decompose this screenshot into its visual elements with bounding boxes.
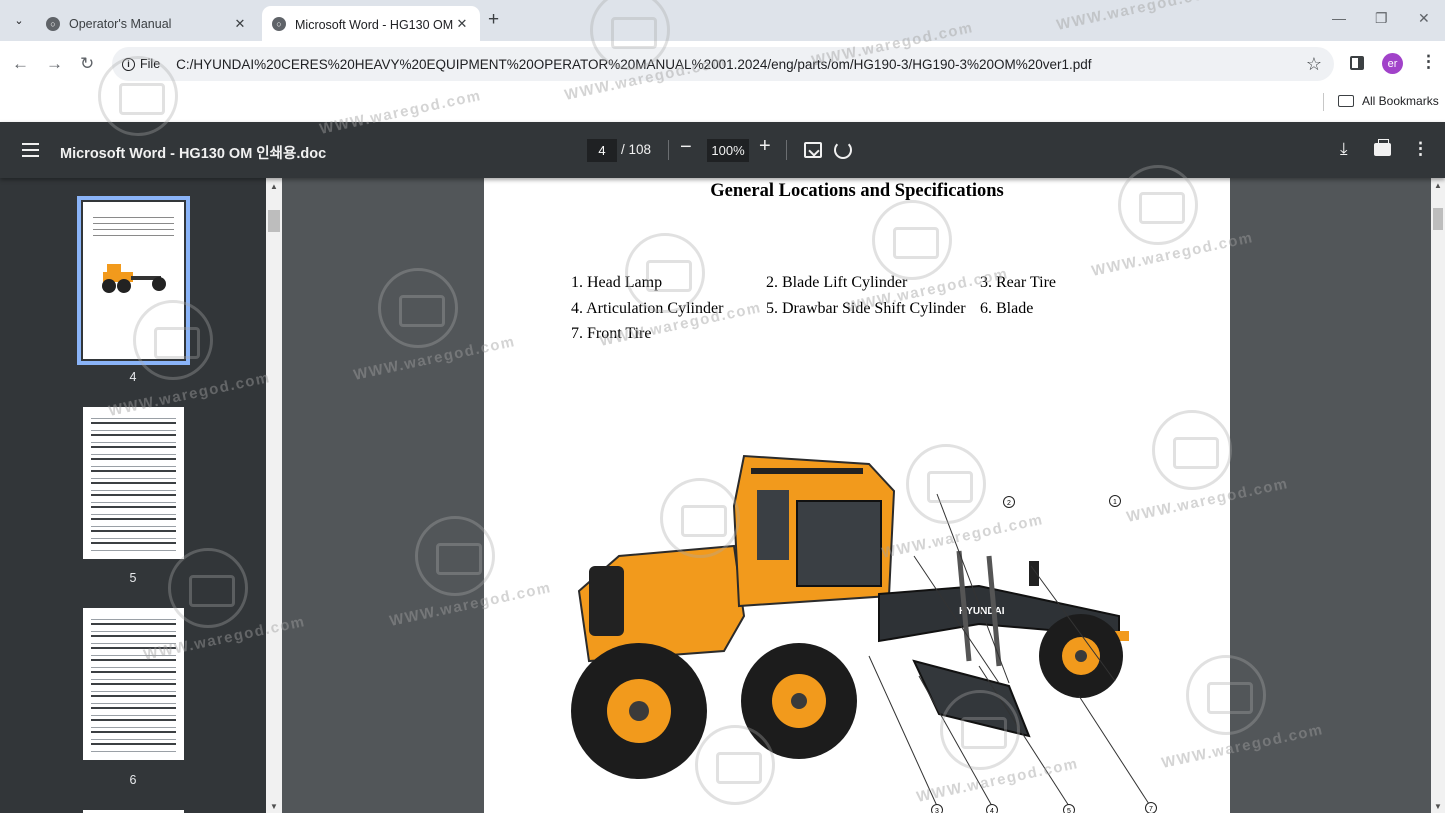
thumbnail-grader-image [102, 264, 166, 293]
bookmarks-bar: All Bookmarks [0, 87, 1445, 122]
callout-label: 1 [1113, 499, 1117, 506]
new-tab-button[interactable]: + [488, 9, 499, 31]
minimize-icon[interactable]: — [1332, 10, 1346, 26]
scrollbar-thumb[interactable] [1433, 208, 1443, 230]
scrollbar-thumb[interactable] [268, 210, 280, 232]
restore-icon[interactable]: ❐ [1375, 10, 1388, 27]
main-scrollbar[interactable]: ▲ ▼ [1431, 178, 1445, 813]
zoom-level-input[interactable]: 100% [707, 139, 749, 162]
thumbnail-label: 5 [129, 571, 137, 585]
pdf-toolbar: Microsoft Word - HG130 OM 인쇄용.doc 4 / 10… [0, 122, 1445, 178]
callout-label: 3 [935, 808, 939, 813]
address-bar[interactable]: i File C:/HYUNDAI%20CERES%20HEAVY%20EQUI… [112, 47, 1334, 81]
reload-icon[interactable]: ↻ [80, 54, 94, 74]
divider [786, 140, 787, 160]
legend-item: 1. Head Lamp [571, 274, 663, 291]
tab-strip: ⌄ ○ Operator's Manual ✕ ○ Microsoft Word… [0, 0, 1445, 41]
thumbnail-table [91, 616, 176, 752]
folder-icon [1338, 95, 1354, 107]
chevron-down-icon: ⌄ [14, 14, 24, 27]
legend-item: 2. Blade Lift Cylinder [766, 274, 908, 291]
callout-label: 4 [990, 808, 994, 813]
scroll-down-icon[interactable]: ▼ [270, 802, 278, 811]
callout-label: 7 [1149, 806, 1153, 813]
thumbnail-text [93, 214, 174, 236]
sidebar-scrollbar[interactable]: ▲ ▼ [266, 178, 282, 813]
forward-arrow-icon[interactable]: → [46, 54, 63, 74]
avatar[interactable]: er [1382, 53, 1403, 74]
site-info-button[interactable]: i File [122, 57, 160, 71]
page-count: / 108 [621, 142, 652, 157]
watermark-seal [378, 268, 458, 348]
legend-item: 5. Drawbar Side Shift Cylinder [766, 300, 966, 317]
globe-icon: ○ [46, 16, 60, 31]
side-panel-icon[interactable] [1350, 56, 1364, 70]
legend-item: 3. Rear Tire [980, 274, 1056, 291]
document-title: Microsoft Word - HG130 OM 인쇄용.doc [60, 146, 327, 162]
scroll-up-icon[interactable]: ▲ [1434, 181, 1442, 190]
thumbnail-table [91, 415, 176, 551]
thumbnail-label: 6 [129, 773, 137, 787]
thumbnail-page-4[interactable] [77, 196, 190, 365]
legend-item: 7. Front Tire [571, 325, 652, 342]
scroll-down-icon[interactable]: ▼ [1434, 802, 1442, 811]
thumbnail-page-5[interactable] [83, 407, 184, 559]
zoom-in-icon[interactable]: + [759, 135, 771, 158]
browser-toolbar: ← → ↻ i File C:/HYUNDAI%20CERES%20HEAVY%… [0, 41, 1445, 87]
url-text[interactable]: C:/HYUNDAI%20CERES%20HEAVY%20EQUIPMENT%2… [176, 57, 1091, 72]
tab-title: Operator's Manual [69, 16, 172, 31]
page-heading: General Locations and Specifications [710, 181, 1004, 201]
globe-icon: ○ [272, 16, 286, 31]
divider [1323, 93, 1324, 111]
watermark-seal [415, 516, 495, 596]
pdf-page: General Locations and Specifications 1. … [484, 178, 1230, 813]
legend-item: 4. Articulation Cylinder [571, 300, 724, 317]
all-bookmarks-button[interactable]: All Bookmarks [1338, 94, 1439, 108]
scroll-up-icon[interactable]: ▲ [270, 182, 278, 191]
tab-operators-manual[interactable]: ○ Operator's Manual ✕ [36, 6, 258, 41]
info-icon: i [122, 57, 135, 71]
callout-label: 5 [1067, 808, 1071, 813]
download-icon[interactable]: ⤓ [1340, 139, 1348, 159]
divider [668, 140, 669, 160]
close-icon[interactable]: ✕ [232, 16, 248, 32]
tab-microsoft-word[interactable]: ○ Microsoft Word - HG130 OM 인 ✕ [262, 6, 480, 41]
page-number-input[interactable]: 4 [587, 139, 617, 162]
hamburger-icon[interactable] [22, 143, 39, 157]
thumbnail-label: 4 [129, 370, 137, 384]
more-actions-icon[interactable]: ⋮ [1412, 139, 1429, 159]
thumbnail-page-6[interactable] [83, 608, 184, 760]
legend-item: 6. Blade [980, 300, 1034, 317]
more-menu-icon[interactable]: ⋮ [1420, 52, 1437, 72]
back-arrow-icon[interactable]: ← [12, 54, 29, 74]
all-bookmarks-label: All Bookmarks [1362, 94, 1439, 108]
tab-title: Microsoft Word - HG130 OM 인 [295, 18, 454, 32]
zoom-out-icon[interactable]: − [680, 136, 692, 159]
tab-search-button[interactable]: ⌄ [8, 9, 30, 31]
motor-grader-illustration: HYUNDAI 1 2 3 4 5 7 [571, 454, 1157, 813]
close-icon[interactable]: ✕ [454, 16, 470, 32]
star-icon[interactable]: ☆ [1306, 54, 1322, 75]
window-close-icon[interactable]: ✕ [1418, 10, 1430, 27]
callout-label: 2 [1007, 500, 1011, 507]
fit-to-page-icon[interactable] [804, 142, 822, 158]
thumbnail-sidebar: 4 5 6 [0, 178, 266, 813]
rotate-icon[interactable] [834, 141, 852, 159]
site-info-label: File [140, 57, 161, 71]
print-icon[interactable] [1374, 139, 1391, 156]
